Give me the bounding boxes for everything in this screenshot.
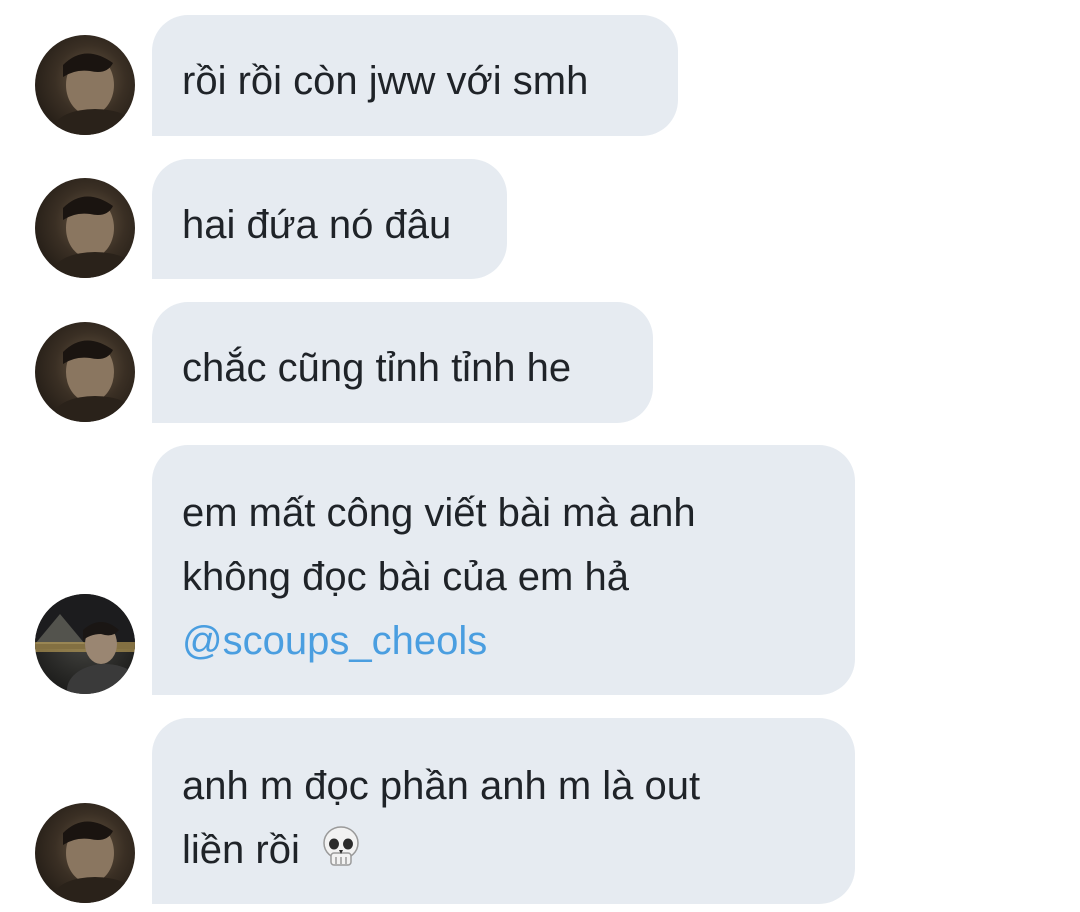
message-line: liền rồi <box>182 818 825 888</box>
avatar[interactable] <box>35 594 135 694</box>
mention-link[interactable]: @scoups_cheols <box>182 609 825 673</box>
message-text: không đọc bài của em hả <box>182 555 629 599</box>
avatar[interactable] <box>35 35 135 135</box>
message-text: em mất công viết bài mà anh <box>182 491 696 535</box>
message-bubble[interactable]: rồi rồi còn jww với smh <box>152 15 678 136</box>
skull-icon <box>319 824 363 888</box>
message-text: chắc cũng tỉnh tỉnh he <box>182 346 572 390</box>
message-bubble[interactable]: anh m đọc phần anh m là out liền rồi <box>152 718 855 904</box>
message-bubble[interactable]: chắc cũng tỉnh tỉnh he <box>152 302 653 423</box>
message-bubble[interactable]: hai đứa nó đâu <box>152 159 507 279</box>
message-text: rồi rồi còn jww với smh <box>182 59 589 103</box>
avatar[interactable] <box>35 322 135 422</box>
message-text: anh m đọc phần anh m là out <box>182 764 701 808</box>
message-text: liền rồi <box>182 828 300 872</box>
avatar[interactable] <box>35 803 135 903</box>
message-bubble[interactable]: em mất công viết bài mà anh không đọc bà… <box>152 445 855 695</box>
message-text: hai đứa nó đâu <box>182 203 452 247</box>
avatar[interactable] <box>35 178 135 278</box>
